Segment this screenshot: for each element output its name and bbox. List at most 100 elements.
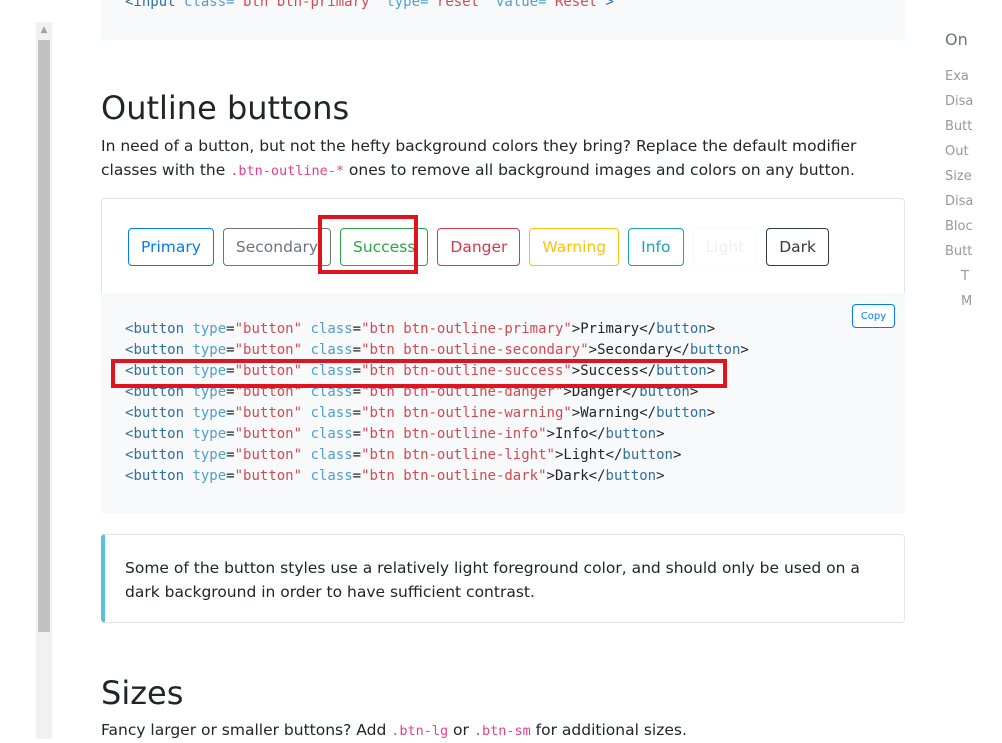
code-punct: > [546,468,555,484]
code-punct: Warning [580,405,640,421]
previous-code-block: <input class="btn btn-primary" type="res… [101,0,905,40]
code-tag: button [133,405,185,421]
code-punct: = [226,426,235,442]
scroll-up-arrow-icon[interactable]: ▲ [36,22,52,39]
code-punct: Dark [554,468,589,484]
code-tag: button [689,342,741,358]
example-preview: Primary Secondary Success Danger Warning… [101,198,905,293]
code-tag: button [133,468,185,484]
light-outline-button[interactable]: Light [692,228,758,266]
code-tag: button [133,426,185,442]
code-str: "btn btn-outline-light" [361,447,555,463]
toc-link[interactable]: Butt [945,119,972,134]
outline-buttons-heading: Outline buttons [101,89,350,127]
toc-link[interactable]: Butt [945,244,972,259]
vertical-scrollbar[interactable]: ▲ [36,22,52,739]
table-of-contents: On Exa Disa Butt Out Size Disa Bloc Butt… [945,0,1002,739]
dark-outline-button[interactable]: Dark [766,228,829,266]
code-attr: class [310,426,353,442]
description-text: ones to remove all background images and… [344,161,855,179]
code-punct: > [706,321,716,337]
code-attr: value= [487,0,547,10]
code-punct: = [352,321,362,337]
code-attr: class [310,447,353,463]
sizes-heading: Sizes [101,674,184,712]
code-tag: button [656,321,707,337]
toc-link[interactable]: Exa [945,69,969,84]
code-line: <button type="button" class="btn btn-out… [125,319,749,340]
code-str: "button" [234,468,303,484]
code-punct: = [352,426,362,442]
code-attr: class [310,468,353,484]
code-str: "btn btn-outline-dark" [361,468,547,484]
code-attr: class [310,321,353,337]
code-punct: > [571,405,581,421]
code-string: "Reset" [546,0,606,10]
success-button-highlight [318,215,418,274]
scrollbar-thumb[interactable] [38,40,50,632]
toc-title: On [945,30,968,49]
code-string: "btn btn-primary" [234,0,378,10]
code-punct: > [706,405,716,421]
code-punct: > [672,447,682,463]
code-punct: = [226,321,235,337]
code-attr: type [192,321,227,337]
code-str: "btn btn-outline-warning" [361,405,572,421]
code-punct: = [352,447,362,463]
previous-code-line: <input class="btn btn-primary" type="res… [125,0,614,13]
success-code-line-highlight [111,359,727,388]
inline-code: .btn-lg [391,723,449,739]
code-punct: Secondary [597,342,673,358]
toc-link[interactable]: Disa [945,94,973,109]
copy-button[interactable]: Copy [852,304,895,328]
code-punct: </ [588,468,606,484]
code-punct: Light [563,447,606,463]
toc-link[interactable]: Size [945,169,972,184]
toc-sublink[interactable]: M [961,294,972,309]
code-punct: = [226,468,235,484]
code-punct: </ [605,447,623,463]
description-text: for additional sizes. [530,721,687,739]
code-str: "btn btn-outline-info" [361,426,547,442]
code-line: <button type="button" class="btn btn-out… [125,445,749,466]
info-outline-button[interactable]: Info [628,228,684,266]
code-line: <button type="button" class="btn btn-out… [125,340,749,361]
code-line: <button type="button" class="btn btn-out… [125,466,749,487]
code-tag: > [605,0,614,10]
code-attr: type= [377,0,429,10]
code-tag: button [622,447,673,463]
secondary-outline-button[interactable]: Secondary [222,228,331,266]
toc-link[interactable]: Out [945,144,969,159]
code-punct: > [656,426,665,442]
toc-sublink[interactable]: T [961,269,969,284]
code-line: <button type="button" class="btn btn-out… [125,424,749,445]
code-punct: > [740,342,749,358]
code-punct: = [226,447,235,463]
code-tag: button [656,405,707,421]
danger-outline-button[interactable]: Danger [437,228,521,266]
code-attr: class [310,405,353,421]
code-line: <button type="button" class="btn btn-out… [125,403,749,424]
code-punct: = [352,468,362,484]
code-tag: button [605,426,657,442]
code-punct: </ [588,426,606,442]
code-attr: type [192,342,227,358]
code-punct: = [352,405,362,421]
toc-link[interactable]: Disa [945,194,973,209]
description-text: Fancy larger or smaller buttons? Add [101,721,392,739]
code-punct: </ [672,342,690,358]
toc-link[interactable]: Bloc [945,219,973,234]
warning-outline-button[interactable]: Warning [529,228,620,266]
callout-text: Some of the button styles use a relative… [125,559,860,601]
sizes-description: Fancy larger or smaller buttons? Add .bt… [101,718,891,743]
code-str: "button" [234,405,303,421]
inline-code: .btn-sm [473,723,531,739]
code-str: "button" [234,342,303,358]
contrast-callout: Some of the button styles use a relative… [101,534,905,623]
code-tag: button [133,321,185,337]
button-row: Primary Secondary Success Danger Warning… [128,228,829,266]
primary-outline-button[interactable]: Primary [128,228,214,266]
code-tag: button [605,468,657,484]
code-example-block: Copy <button type="button" class="btn bt… [101,293,905,513]
outline-buttons-description: In need of a button, but not the hefty b… [101,134,891,183]
